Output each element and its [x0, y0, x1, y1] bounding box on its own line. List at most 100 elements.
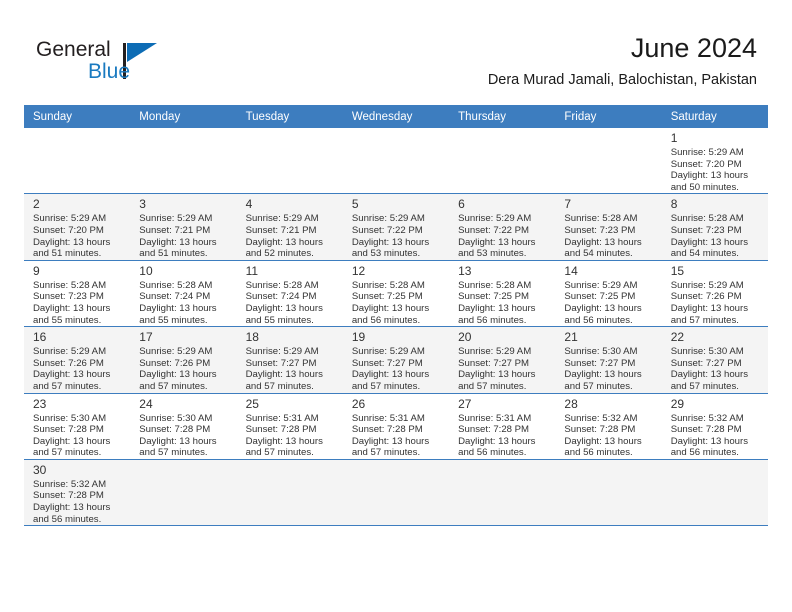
day-number: 20	[458, 330, 472, 345]
daylight-text-line2: and 57 minutes.	[458, 380, 527, 392]
logo-text-general: General	[36, 38, 111, 61]
sunset-text: Sunset: 7:20 PM	[670, 158, 742, 170]
general-blue-logo[interactable]: General Blue	[36, 38, 216, 90]
calendar-day-cell[interactable]: 3 Sunrise: 5:29 AM Sunset: 7:21 PM Daylight…	[130, 193, 237, 261]
daylight-text-line2: and 51 minutes.	[139, 248, 208, 260]
sunset-text: Sunset: 7:28 PM	[139, 424, 211, 436]
day-number: 16	[33, 330, 47, 345]
calendar-day-cell[interactable]: 20 Sunrise: 5:29 AM Sunset: 7:27 PM Dayligh…	[449, 326, 556, 394]
day-number: 19	[351, 330, 366, 345]
sunset-text: Sunset: 7:28 PM	[351, 424, 423, 436]
day-cell-content: 20 Sunrise: 5:29 AM Sunset: 7:27 PM Dayligh…	[449, 327, 555, 392]
calendar-empty-cell	[236, 459, 343, 527]
calendar-day-cell[interactable]: 28 Sunrise: 5:32 AM Sunset: 7:28 PM Dayligh…	[555, 393, 662, 460]
calendar-day-cell[interactable]: 26 Sunrise: 5:31 AM Sunset: 7:28 PM Dayligh…	[342, 393, 450, 460]
sunrise-text: Sunrise: 5:29 AM	[139, 213, 213, 225]
calendar-empty-cell	[555, 128, 662, 195]
day-cell-content	[237, 460, 343, 525]
day-cell-content	[237, 128, 343, 193]
daylight-text-line1: Daylight: 13 hours	[670, 236, 749, 248]
sunset-text: Sunset: 7:28 PM	[670, 424, 742, 436]
sunrise-text: Sunrise: 5:29 AM	[33, 213, 107, 225]
weekday-header-tuesday: Tuesday	[236, 105, 343, 128]
calendar-day-cell[interactable]: 7 Sunrise: 5:28 AM Sunset: 7:23 PM Daylight…	[555, 193, 662, 261]
title-block: June 2024 Dera Murad Jamali, Balochistan…	[488, 32, 757, 90]
calendar-day-cell[interactable]: 2 Sunrise: 5:29 AM Sunset: 7:20 PM Daylight…	[24, 193, 131, 261]
calendar-day-cell[interactable]: 19 Sunrise: 5:29 AM Sunset: 7:27 PM Dayligh…	[342, 326, 450, 394]
calendar-day-cell[interactable]: 27 Sunrise: 5:31 AM Sunset: 7:28 PM Dayligh…	[449, 393, 556, 460]
day-cell-content	[343, 128, 449, 193]
calendar-day-cell[interactable]: 17 Sunrise: 5:29 AM Sunset: 7:26 PM Dayligh…	[130, 326, 237, 394]
calendar-day-cell[interactable]: 1 Sunrise: 5:29 AM Sunset: 7:20 PM Daylight…	[661, 128, 768, 195]
day-cell-content: 19 Sunrise: 5:29 AM Sunset: 7:27 PM Dayligh…	[343, 327, 449, 392]
calendar-day-cell[interactable]: 21 Sunrise: 5:30 AM Sunset: 7:27 PM Dayligh…	[555, 326, 662, 394]
daylight-text-line1: Daylight: 13 hours	[351, 435, 430, 447]
calendar-day-cell[interactable]: 13 Sunrise: 5:28 AM Sunset: 7:25 PM Dayligh…	[449, 260, 556, 328]
day-number: 8	[670, 197, 678, 212]
calendar-day-cell[interactable]: 6 Sunrise: 5:29 AM Sunset: 7:22 PM Daylight…	[449, 193, 556, 261]
calendar-day-cell[interactable]: 4 Sunrise: 5:29 AM Sunset: 7:21 PM Daylight…	[236, 193, 343, 261]
sun-info: Sunrise: 5:29 AM Sunset: 7:27 PM Daylight:…	[246, 346, 337, 392]
calendar-day-cell[interactable]: 8 Sunrise: 5:28 AM Sunset: 7:23 PM Daylight…	[661, 193, 768, 261]
calendar-empty-cell	[130, 459, 237, 527]
sun-info: Sunrise: 5:28 AM Sunset: 7:23 PM Daylight:…	[671, 213, 762, 259]
day-number: 24	[139, 396, 153, 411]
calendar-day-cell[interactable]: 16 Sunrise: 5:29 AM Sunset: 7:26 PM Dayligh…	[24, 326, 131, 394]
calendar-week-row: 2 Sunrise: 5:29 AM Sunset: 7:20 PM Daylight…	[24, 193, 768, 261]
calendar-day-cell[interactable]: 15 Sunrise: 5:29 AM Sunset: 7:26 PM Dayligh…	[661, 260, 768, 328]
calendar-day-cell[interactable]: 25 Sunrise: 5:31 AM Sunset: 7:28 PM Dayligh…	[236, 393, 343, 460]
sunrise-text: Sunrise: 5:28 AM	[670, 213, 744, 225]
day-number: 29	[670, 396, 685, 411]
sun-info: Sunrise: 5:30 AM Sunset: 7:28 PM Daylight:…	[33, 413, 124, 459]
day-number: 7	[564, 197, 572, 212]
sun-info: Sunrise: 5:29 AM Sunset: 7:27 PM Daylight:…	[458, 346, 549, 392]
sunrise-text: Sunrise: 5:29 AM	[351, 213, 425, 225]
calendar-day-cell[interactable]: 24 Sunrise: 5:30 AM Sunset: 7:28 PM Dayligh…	[130, 393, 237, 460]
daylight-text-line1: Daylight: 13 hours	[458, 435, 536, 447]
sunset-text: Sunset: 7:22 PM	[458, 224, 530, 236]
sunset-text: Sunset: 7:23 PM	[670, 224, 742, 236]
daylight-text-line2: and 56 minutes.	[564, 447, 633, 459]
day-number: 17	[139, 330, 153, 345]
calendar-day-cell[interactable]: 23 Sunrise: 5:30 AM Sunset: 7:28 PM Dayligh…	[24, 393, 131, 460]
daylight-text-line1: Daylight: 13 hours	[33, 369, 111, 381]
calendar-day-cell[interactable]: 12 Sunrise: 5:28 AM Sunset: 7:25 PM Dayligh…	[342, 260, 450, 328]
weekday-header-sunday: Sunday	[24, 105, 131, 128]
calendar-day-cell[interactable]: 5 Sunrise: 5:29 AM Sunset: 7:22 PM Daylight…	[342, 193, 450, 261]
day-number: 23	[33, 396, 47, 411]
daylight-text-line2: and 56 minutes.	[458, 314, 527, 326]
calendar-page: General Blue June 2024 Dera Murad Jamali…	[0, 0, 792, 612]
sun-info: Sunrise: 5:32 AM Sunset: 7:28 PM Daylight:…	[564, 413, 655, 459]
sunset-text: Sunset: 7:27 PM	[564, 357, 636, 369]
calendar-day-cell[interactable]: 29 Sunrise: 5:32 AM Sunset: 7:28 PM Dayligh…	[661, 393, 768, 460]
calendar-day-cell[interactable]: 9 Sunrise: 5:28 AM Sunset: 7:23 PM Daylight…	[24, 260, 131, 328]
day-number: 10	[139, 263, 153, 278]
calendar-day-cell[interactable]: 30 Sunrise: 5:32 AM Sunset: 7:28 PM Dayligh…	[24, 459, 131, 527]
day-cell-content: 14 Sunrise: 5:29 AM Sunset: 7:25 PM Dayligh…	[555, 261, 661, 326]
calendar-day-cell[interactable]: 10 Sunrise: 5:28 AM Sunset: 7:24 PM Dayligh…	[130, 260, 237, 328]
calendar-day-cell[interactable]: 14 Sunrise: 5:29 AM Sunset: 7:25 PM Dayligh…	[555, 260, 662, 328]
day-cell-content	[130, 460, 236, 525]
calendar-week-row: 16 Sunrise: 5:29 AM Sunset: 7:26 PM Dayligh…	[24, 326, 768, 394]
sun-info: Sunrise: 5:30 AM Sunset: 7:27 PM Daylight:…	[564, 346, 655, 392]
calendar-day-cell[interactable]: 22 Sunrise: 5:30 AM Sunset: 7:27 PM Dayligh…	[661, 326, 768, 394]
day-number: 11	[245, 263, 259, 278]
sunrise-text: Sunrise: 5:29 AM	[139, 346, 213, 358]
sunset-text: Sunset: 7:28 PM	[33, 424, 104, 436]
sunrise-text: Sunrise: 5:32 AM	[33, 478, 107, 490]
day-cell-content	[343, 460, 449, 525]
daylight-text-line2: and 57 minutes.	[564, 380, 633, 392]
calendar-day-cell[interactable]: 11 Sunrise: 5:28 AM Sunset: 7:24 PM Dayligh…	[236, 260, 343, 328]
weekday-header-wednesday: Wednesday	[342, 105, 450, 128]
daylight-text-line2: and 54 minutes.	[564, 248, 633, 260]
day-number: 2	[33, 197, 40, 212]
calendar-body: 1 Sunrise: 5:29 AM Sunset: 7:20 PM Daylight…	[24, 128, 768, 527]
calendar-day-cell[interactable]: 18 Sunrise: 5:29 AM Sunset: 7:27 PM Dayligh…	[236, 326, 343, 394]
day-cell-content: 3 Sunrise: 5:29 AM Sunset: 7:21 PM Daylight…	[130, 194, 236, 259]
day-number: 13	[458, 263, 472, 278]
day-number: 18	[245, 330, 259, 345]
day-number: 12	[351, 263, 366, 278]
daylight-text-line1: Daylight: 13 hours	[458, 302, 536, 314]
daylight-text-line2: and 55 minutes.	[245, 314, 314, 326]
day-cell-content	[662, 460, 768, 525]
